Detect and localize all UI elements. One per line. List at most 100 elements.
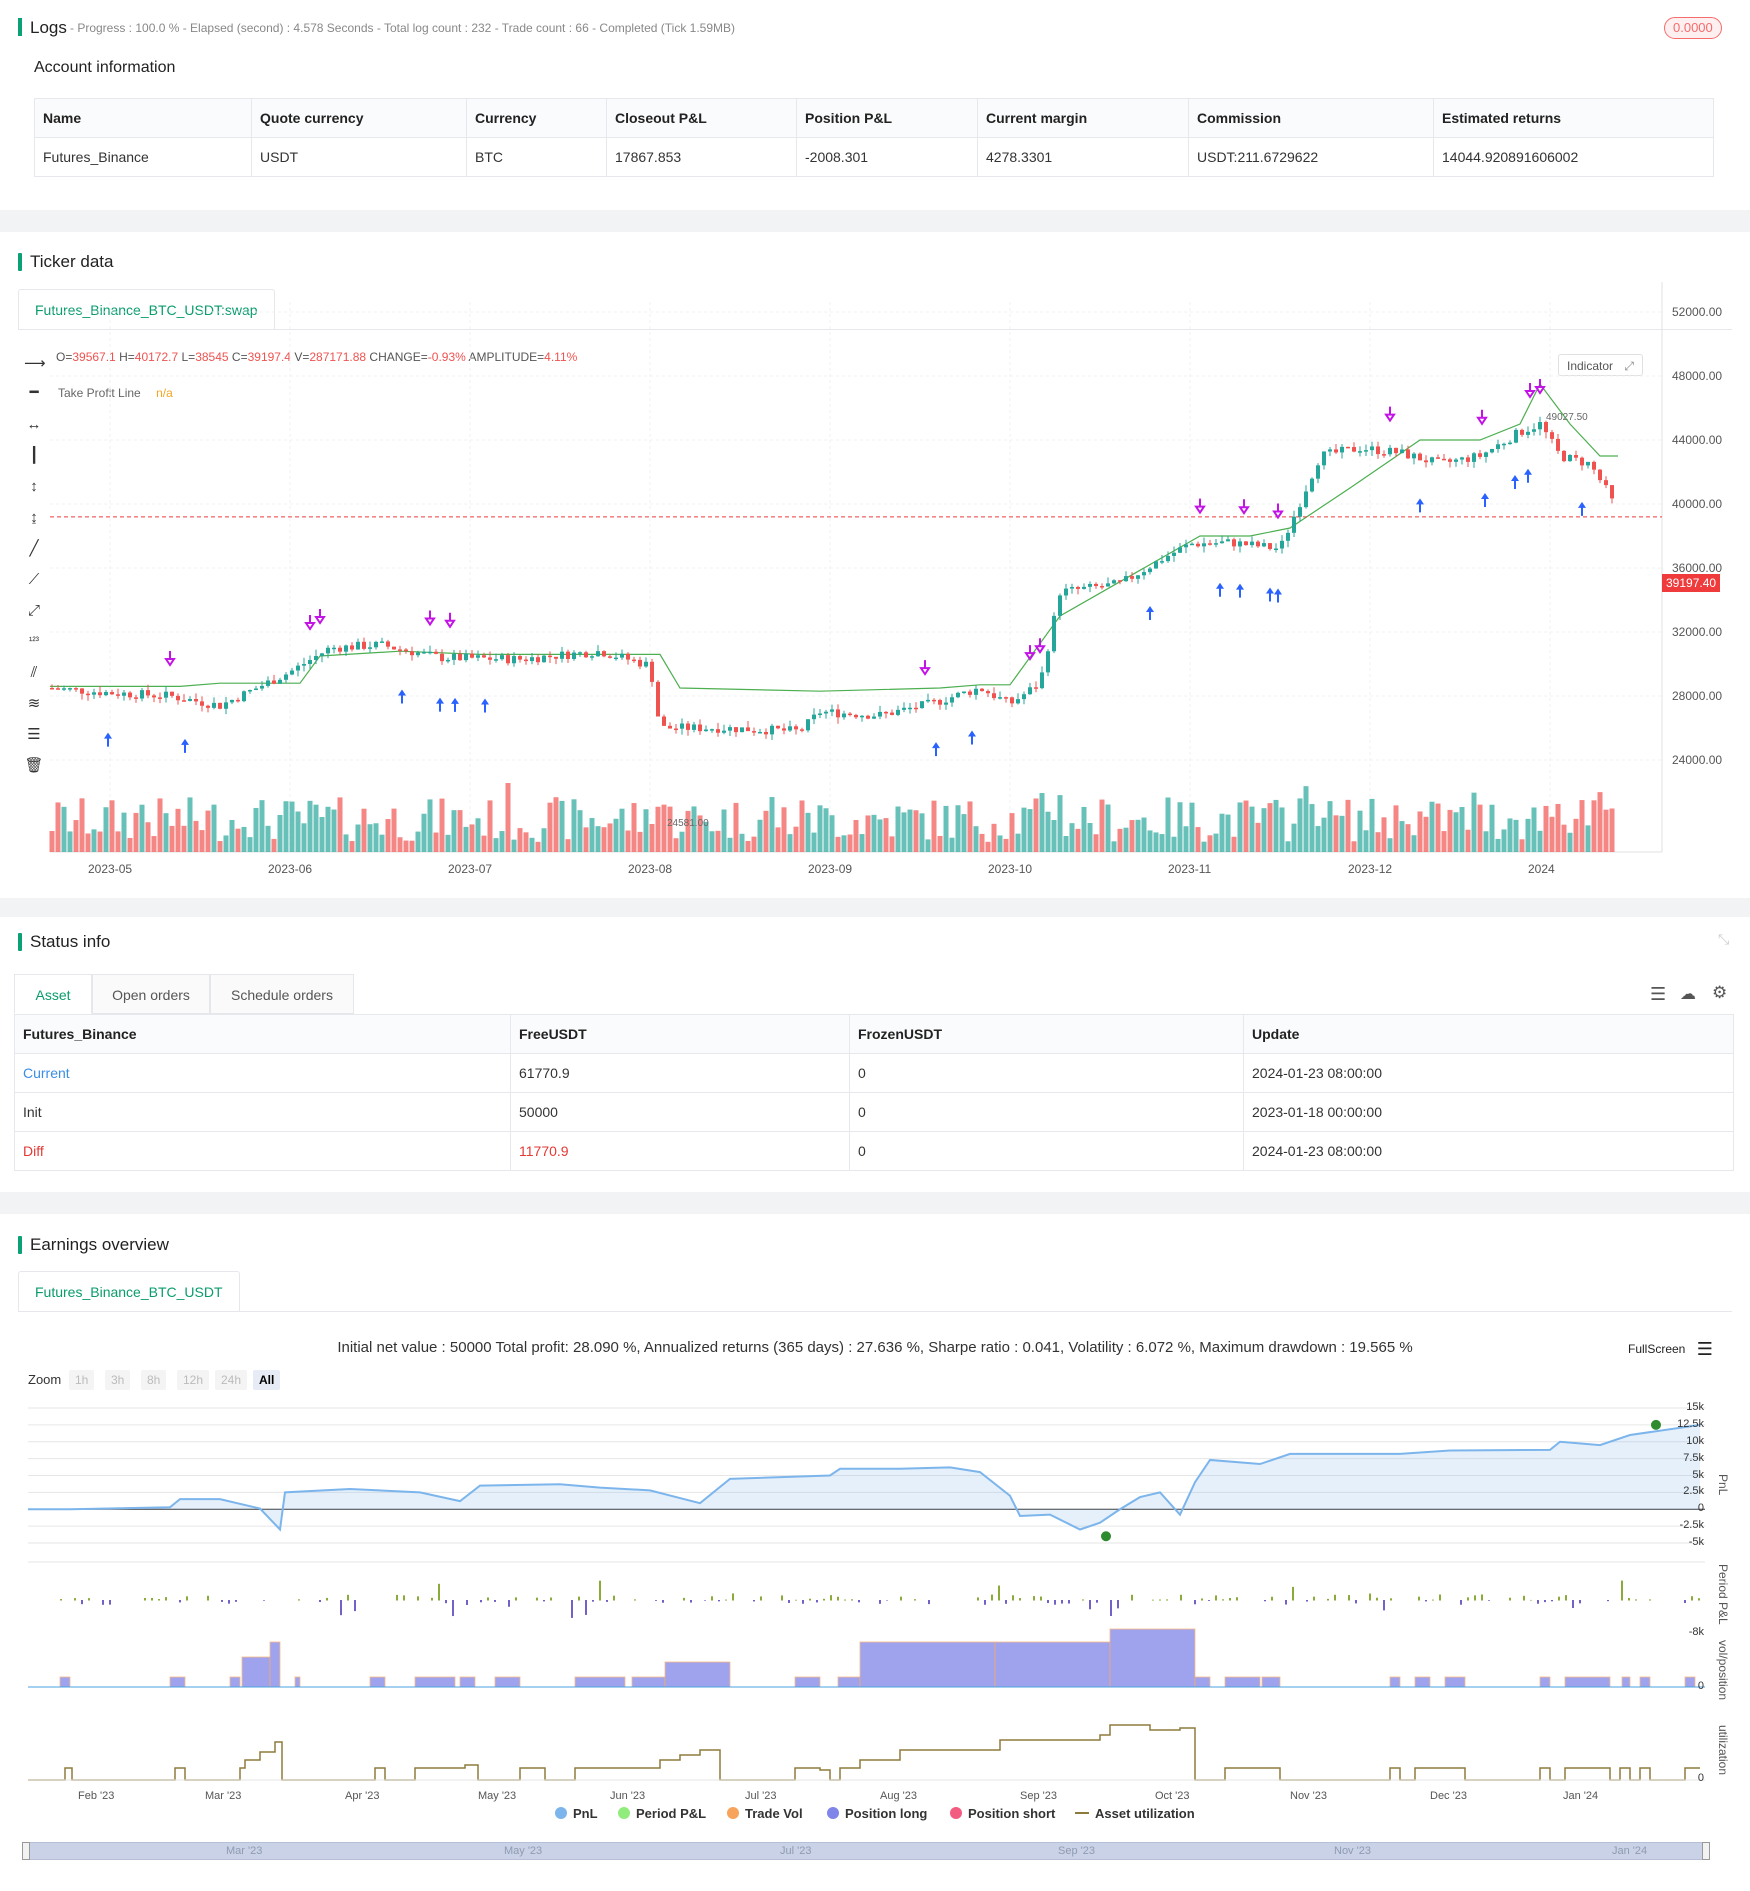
candle-body bbox=[188, 699, 192, 701]
earnings-tab[interactable]: Futures_Binance_BTC_USDT bbox=[18, 1271, 240, 1311]
period-pnl-bar bbox=[578, 1596, 580, 1601]
long-entry-marker bbox=[1216, 582, 1224, 597]
volume-bar bbox=[61, 806, 67, 852]
menu-icon[interactable]: ☰ bbox=[1697, 1339, 1713, 1359]
col-frozen-usdt: FrozenUSDT bbox=[849, 1014, 1244, 1054]
earn-x-tick: Jan '24 bbox=[1563, 1790, 1599, 1802]
candle-body bbox=[1142, 572, 1146, 576]
legend-item-asset-utilization[interactable]: Asset utilization bbox=[1075, 1806, 1195, 1821]
volume-bar bbox=[295, 811, 301, 852]
settings-gear-icon[interactable]: ⚙ bbox=[1712, 983, 1727, 1003]
period-pnl-bar bbox=[1222, 1599, 1224, 1601]
volume-bar bbox=[1153, 832, 1159, 852]
candle-body bbox=[1370, 446, 1374, 451]
period-pnl-bar bbox=[1033, 1596, 1035, 1601]
candle-body bbox=[950, 697, 954, 703]
navigator-left-handle[interactable] bbox=[22, 1842, 30, 1860]
period-pnl-bar bbox=[1215, 1595, 1217, 1601]
volume-bar bbox=[241, 826, 247, 852]
candle-body bbox=[1280, 540, 1284, 549]
zoom-3h[interactable]: 3h bbox=[105, 1370, 131, 1390]
candle-body bbox=[74, 688, 78, 690]
candle-body bbox=[212, 702, 216, 708]
legend-item-period-p-l[interactable]: Period P&L bbox=[618, 1806, 706, 1821]
volume-bar bbox=[199, 830, 205, 852]
candle-body bbox=[266, 680, 270, 686]
volume-bar bbox=[829, 815, 835, 852]
candle-body bbox=[1544, 422, 1548, 433]
period-pnl-bar bbox=[1054, 1600, 1056, 1605]
volume-bar bbox=[625, 830, 631, 852]
row-label-current[interactable]: Current bbox=[14, 1053, 511, 1093]
volume-bar bbox=[121, 812, 127, 852]
collapse-icon[interactable]: ⤡ bbox=[1718, 931, 1729, 948]
asset-row-current: Current 61770.9 0 2024-01-23 08:00:00 bbox=[14, 1053, 1734, 1093]
volume-bar bbox=[127, 837, 133, 852]
zoom-12h[interactable]: 12h bbox=[177, 1370, 210, 1390]
candle-body bbox=[938, 699, 942, 705]
period-pnl-bar bbox=[480, 1600, 482, 1603]
candle-body bbox=[650, 661, 654, 682]
candle-body bbox=[1502, 443, 1506, 446]
volume-bar bbox=[1123, 827, 1129, 852]
candle-body bbox=[440, 653, 444, 662]
candlestick-chart[interactable] bbox=[0, 232, 1750, 898]
period-pnl-bar bbox=[158, 1599, 160, 1601]
volume-bar bbox=[1069, 823, 1075, 852]
volume-bar bbox=[277, 814, 283, 852]
list-view-icon[interactable]: ☰ bbox=[1650, 984, 1666, 1005]
tab-open-orders[interactable]: Open orders bbox=[92, 974, 210, 1014]
navigator[interactable] bbox=[24, 1842, 1710, 1860]
legend-item-position-long[interactable]: Position long bbox=[827, 1806, 927, 1821]
candle-body bbox=[236, 699, 240, 702]
period-pnl-bar bbox=[102, 1600, 104, 1605]
position-long-block bbox=[294, 1676, 301, 1688]
period-pnl-bar bbox=[1047, 1600, 1049, 1604]
legend-item-trade-vol[interactable]: Trade Vol bbox=[727, 1806, 803, 1821]
axis-title: vol/position bbox=[1716, 1640, 1730, 1701]
period-pnl-bar bbox=[1481, 1594, 1483, 1601]
volume-bar bbox=[757, 819, 763, 852]
candle-body bbox=[464, 653, 468, 661]
volume-bar bbox=[1219, 813, 1225, 852]
volume-bar bbox=[895, 806, 901, 852]
position-long-block bbox=[1621, 1676, 1631, 1688]
earn-x-tick: Sep '23 bbox=[1020, 1790, 1057, 1802]
zoom-all[interactable]: All bbox=[253, 1370, 281, 1390]
zoom-24h[interactable]: 24h bbox=[215, 1370, 248, 1390]
close-marker bbox=[314, 609, 326, 625]
position-long-block bbox=[1389, 1676, 1401, 1688]
tab-schedule-orders[interactable]: Schedule orders bbox=[210, 974, 354, 1014]
volume-bar bbox=[1261, 808, 1267, 852]
position-long-block bbox=[1109, 1628, 1196, 1688]
volume-bar bbox=[1363, 830, 1369, 852]
volume-bar bbox=[67, 831, 73, 852]
legend-item-pnl[interactable]: PnL bbox=[555, 1806, 598, 1821]
volume-bar bbox=[721, 809, 727, 852]
volume-bar bbox=[991, 823, 997, 852]
x-tick-label: 2023-05 bbox=[88, 862, 133, 876]
earn-x-tick: Nov '23 bbox=[1290, 1790, 1327, 1802]
close-marker bbox=[1238, 499, 1250, 515]
zoom-8h[interactable]: 8h bbox=[141, 1370, 167, 1390]
long-entry-marker bbox=[104, 732, 112, 747]
period-pnl-bar bbox=[683, 1597, 685, 1601]
cloud-download-icon[interactable]: ☁ bbox=[1680, 984, 1696, 1004]
position-long-block bbox=[1224, 1676, 1261, 1688]
period-pnl-bar bbox=[1327, 1598, 1329, 1601]
pnl-tick-label: -5k bbox=[1688, 1536, 1704, 1548]
zoom-1h[interactable]: 1h bbox=[69, 1370, 95, 1390]
candle-body bbox=[1226, 539, 1230, 542]
volume-bar bbox=[1393, 805, 1399, 852]
volume-bar bbox=[1003, 838, 1009, 852]
period-pnl-bar bbox=[760, 1596, 762, 1601]
candle-body bbox=[1070, 586, 1074, 589]
tab-asset[interactable]: Asset bbox=[14, 974, 92, 1014]
navigator-right-handle[interactable] bbox=[1702, 1842, 1710, 1860]
legend-item-position-short[interactable]: Position short bbox=[950, 1806, 1055, 1821]
fullscreen-button[interactable]: FullScreen ☰ bbox=[1628, 1339, 1713, 1360]
period-pnl-bar bbox=[1684, 1600, 1686, 1604]
long-entry-marker bbox=[1511, 475, 1519, 489]
volume-bar bbox=[1165, 797, 1171, 852]
period-pnl-bar bbox=[81, 1600, 83, 1605]
